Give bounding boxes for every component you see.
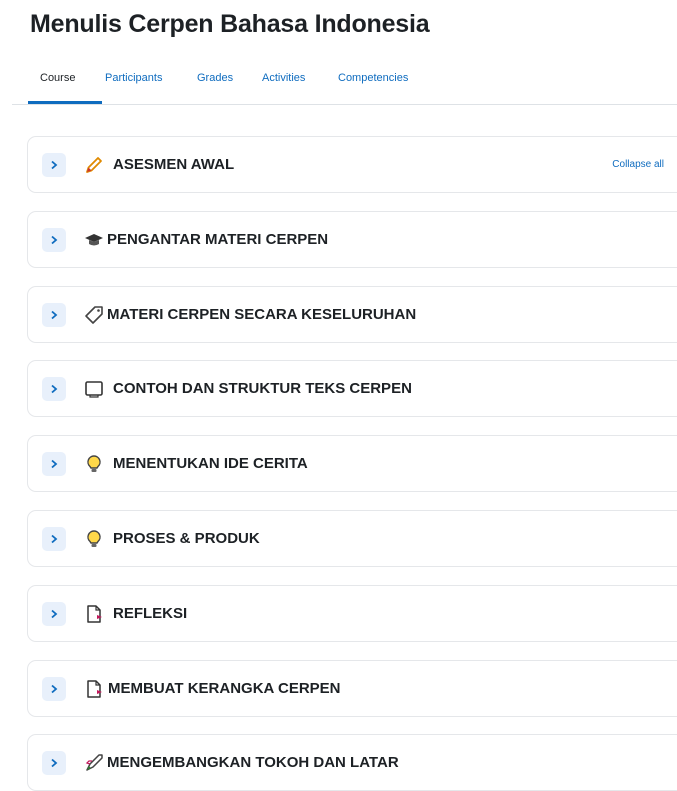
collapse-all-link[interactable]: Collapse all [612, 159, 664, 170]
expand-chevron-icon[interactable] [42, 677, 66, 701]
section-title[interactable]: MENGEMBANGKAN TOKOH DAN LATAR [107, 754, 399, 771]
section-mengembangkan-tokoh[interactable]: MENGEMBANGKAN TOKOH DAN LATAR [27, 734, 677, 791]
document-icon [83, 678, 105, 700]
section-title[interactable]: PENGANTAR MATERI CERPEN [107, 231, 328, 248]
graduation-cap-icon [83, 229, 105, 251]
expand-chevron-icon[interactable] [42, 303, 66, 327]
document-icon [83, 603, 105, 625]
active-tab-indicator [28, 101, 102, 104]
section-title[interactable]: CONTOH DAN STRUKTUR TEKS CERPEN [113, 380, 412, 397]
section-pengantar-materi-cerpen[interactable]: PENGANTAR MATERI CERPEN [27, 211, 677, 268]
course-title: Menulis Cerpen Bahasa Indonesia [30, 10, 430, 38]
expand-chevron-icon[interactable] [42, 153, 66, 177]
lightbulb-icon [83, 528, 105, 550]
tab-grades[interactable]: Grades [197, 72, 233, 84]
book-icon [83, 378, 105, 400]
section-title[interactable]: MENENTUKAN IDE CERITA [113, 455, 308, 472]
section-title[interactable]: MEMBUAT KERANGKA CERPEN [108, 680, 341, 697]
pencil-icon [83, 154, 105, 176]
expand-chevron-icon[interactable] [42, 527, 66, 551]
lightbulb-icon [83, 453, 105, 475]
tab-course[interactable]: Course [40, 72, 75, 84]
section-title[interactable]: PROSES & PRODUK [113, 530, 260, 547]
tab-participants[interactable]: Participants [105, 72, 162, 84]
section-title[interactable]: REFLEKSI [113, 605, 187, 622]
section-title[interactable]: ASESMEN AWAL [113, 156, 234, 173]
section-proses-produk[interactable]: PROSES & PRODUK [27, 510, 677, 567]
tab-competencies[interactable]: Competencies [338, 72, 408, 84]
expand-chevron-icon[interactable] [42, 228, 66, 252]
tab-activities[interactable]: Activities [262, 72, 305, 84]
section-contoh-struktur[interactable]: CONTOH DAN STRUKTUR TEKS CERPEN [27, 360, 677, 417]
rocket-icon [83, 752, 105, 774]
section-title[interactable]: MATERI CERPEN SECARA KESELURUHAN [107, 306, 416, 323]
tag-icon [83, 304, 105, 326]
section-asesmen-awal[interactable]: ASESMEN AWAL Collapse all [27, 136, 677, 193]
expand-chevron-icon[interactable] [42, 751, 66, 775]
section-menentukan-ide[interactable]: MENENTUKAN IDE CERITA [27, 435, 677, 492]
expand-chevron-icon[interactable] [42, 452, 66, 476]
expand-chevron-icon[interactable] [42, 377, 66, 401]
section-membuat-kerangka[interactable]: MEMBUAT KERANGKA CERPEN [27, 660, 677, 717]
section-materi-cerpen-keseluruhan[interactable]: MATERI CERPEN SECARA KESELURUHAN [27, 286, 677, 343]
section-refleksi[interactable]: REFLEKSI [27, 585, 677, 642]
expand-chevron-icon[interactable] [42, 602, 66, 626]
course-tabs: Course Participants Grades Activities Co… [12, 62, 677, 105]
